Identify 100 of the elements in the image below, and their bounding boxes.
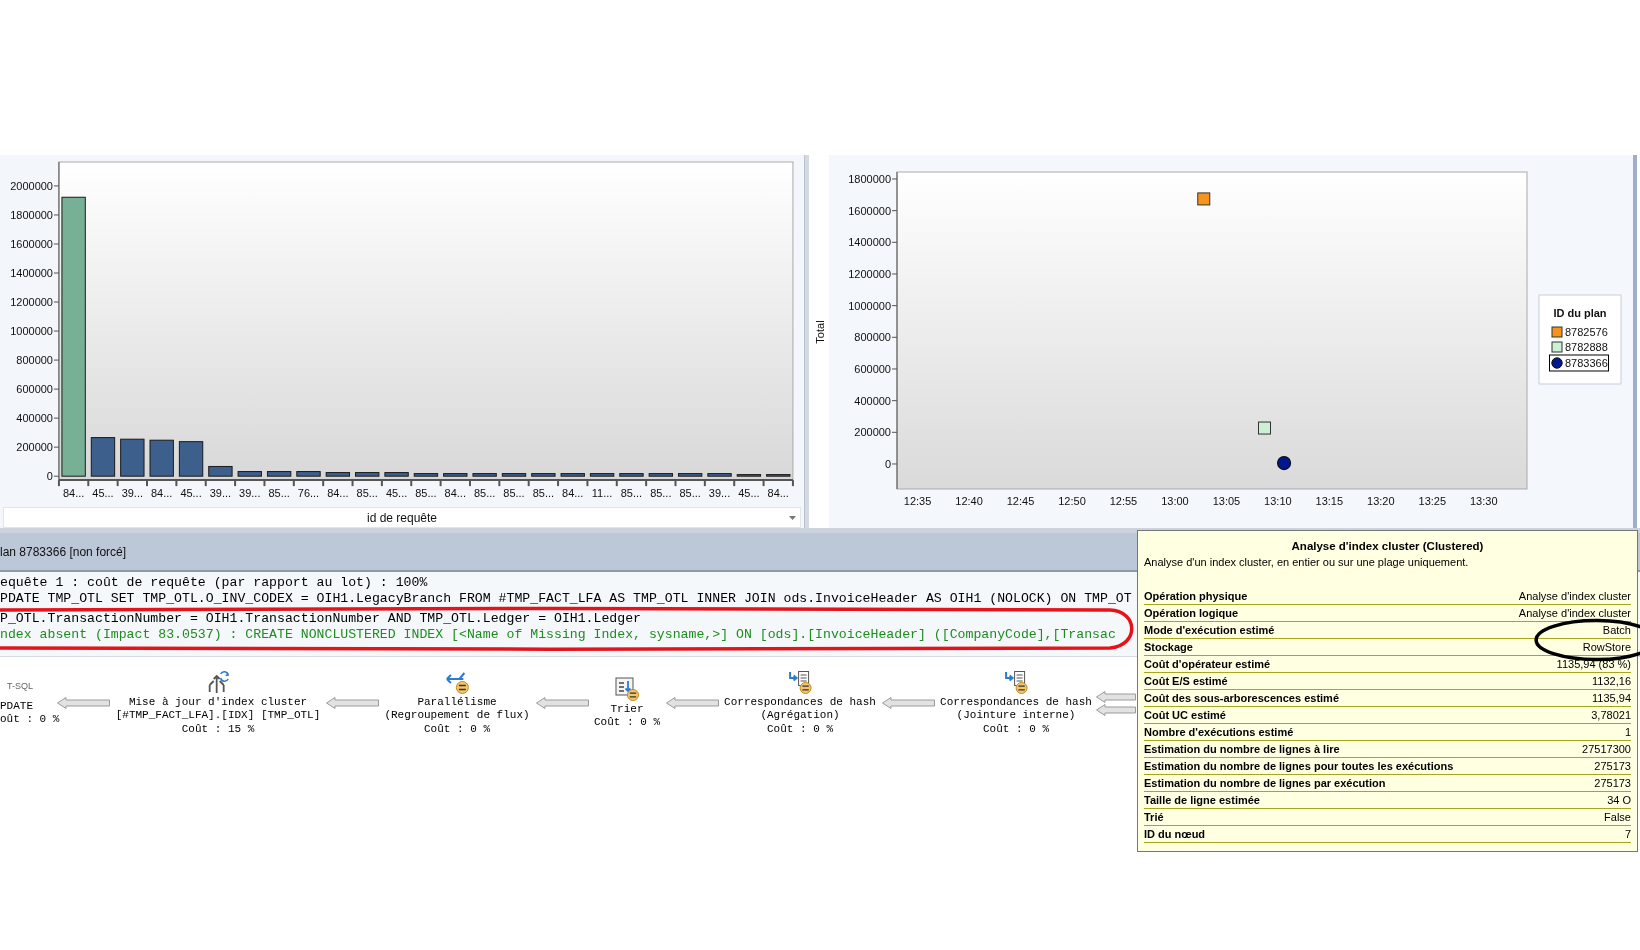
property-value: Analyse d'index cluster bbox=[1518, 590, 1631, 602]
property-name: Estimation du nombre de lignes à lire bbox=[1144, 743, 1340, 755]
axis-tick-label: 13:30 bbox=[1470, 495, 1498, 507]
axis-tick-label: 600000 bbox=[854, 363, 891, 375]
category-label: 84... bbox=[444, 487, 466, 500]
legend-label: 8782576 bbox=[1565, 326, 1608, 338]
bar[interactable] bbox=[648, 473, 673, 477]
operator-cost: Coût : 0 % bbox=[983, 722, 1049, 737]
legend-item[interactable]: 8782888 bbox=[1551, 341, 1608, 353]
property-value: 1 bbox=[1624, 726, 1631, 738]
missing-index-hint: ndex absent (Impact 83.0537) : CREATE NONCLUSTERED INDEX [<Name of Missing Index, sysname,>] ON [ods].[InvoiceHeader] ([CompanyCode],[Transac bbox=[0, 627, 1116, 643]
category-label: 85... bbox=[620, 487, 643, 500]
axis-tick-label: 1000000 bbox=[10, 325, 53, 338]
property-name: Coût E/S estimé bbox=[1144, 675, 1228, 687]
bar[interactable] bbox=[237, 471, 262, 477]
bar[interactable] bbox=[120, 438, 145, 477]
operator-cost: Coût : 0 % bbox=[424, 722, 490, 737]
property-name: Coût d'opérateur estimé bbox=[1144, 658, 1271, 670]
axis-tick-label: 2000000 bbox=[10, 179, 53, 192]
axis-title: Total bbox=[814, 320, 826, 344]
category-label: 45... bbox=[738, 487, 760, 500]
bar[interactable] bbox=[589, 473, 615, 477]
data-point[interactable] bbox=[1258, 421, 1271, 435]
category-label: 84... bbox=[767, 487, 789, 500]
property-value: 34 O bbox=[1607, 794, 1631, 806]
axis-tick-label: 200000 bbox=[854, 426, 891, 439]
bar[interactable] bbox=[501, 473, 527, 477]
table-arrow-icon[interactable] bbox=[788, 669, 812, 694]
axis-tick-label: 13:10 bbox=[1264, 495, 1292, 507]
bar[interactable] bbox=[736, 474, 762, 477]
category-label: 84... bbox=[151, 487, 173, 500]
category-label: 45... bbox=[92, 487, 114, 500]
axis-tick-label: 12:40 bbox=[955, 495, 983, 507]
category-label: 76... bbox=[297, 487, 320, 500]
category-label: 84... bbox=[327, 487, 349, 500]
property-name: Mode d'exécution estimé bbox=[1144, 624, 1275, 636]
data-point[interactable] bbox=[1276, 455, 1292, 471]
operator-name: PDATE bbox=[0, 699, 33, 713]
axis-tick-label: 800000 bbox=[16, 354, 53, 367]
legend-item[interactable]: 8783366 bbox=[1549, 354, 1609, 372]
category-label: 85... bbox=[474, 487, 496, 500]
category-label: 85... bbox=[356, 487, 378, 500]
category-label: 39... bbox=[121, 487, 143, 500]
bar[interactable] bbox=[208, 465, 233, 477]
property-name: Estimation du nombre de lignes pour toutes les exécutions bbox=[1144, 760, 1454, 772]
legend-item[interactable]: 8782576 bbox=[1551, 326, 1608, 338]
category-label: 85... bbox=[415, 487, 437, 500]
bar[interactable] bbox=[266, 471, 292, 477]
property-value: RowStore bbox=[1582, 641, 1631, 653]
axis-tick-label: 13:00 bbox=[1161, 495, 1189, 507]
operator-detail: (Agrégation) bbox=[760, 709, 840, 723]
bar[interactable] bbox=[90, 437, 116, 477]
axis-tick-label: 1600000 bbox=[848, 204, 891, 217]
operator-detail: (Jointure interne) bbox=[956, 709, 1076, 723]
axis-tick-label: 200000 bbox=[16, 441, 53, 454]
axis-dropdown[interactable]: id de requête bbox=[3, 507, 801, 528]
category-label: 85... bbox=[503, 487, 525, 500]
axis-tick-label: 1800000 bbox=[848, 172, 891, 185]
bar[interactable] bbox=[149, 439, 174, 477]
legend-label: 8783366 bbox=[1565, 357, 1608, 369]
property-value: 27517300 bbox=[1582, 743, 1631, 755]
axis-tick-label: 12:45 bbox=[1006, 495, 1035, 507]
operator-name: Mise à jour d'index cluster bbox=[128, 695, 308, 710]
category-label: 45... bbox=[180, 487, 202, 500]
property-name: Stockage bbox=[1144, 641, 1193, 653]
tooltip-title: Analyse d'index cluster (Clustered) bbox=[1290, 539, 1485, 554]
operator-cost: Coût : 0 % bbox=[767, 722, 833, 737]
axis-tick-label: 400000 bbox=[16, 412, 53, 425]
bar[interactable] bbox=[355, 472, 380, 477]
fork-arrow-icon[interactable] bbox=[445, 669, 469, 694]
operator-cost: oût : 0 % bbox=[0, 713, 60, 727]
bar[interactable] bbox=[178, 441, 204, 477]
axis-tick-label: 1000000 bbox=[848, 299, 891, 312]
property-value: 1135,94 bbox=[1592, 692, 1631, 704]
table-arrow-icon[interactable] bbox=[1004, 669, 1028, 694]
axis-tick-label: 12:50 bbox=[1058, 495, 1086, 507]
property-name: Nombre d'exécutions estimé bbox=[1144, 726, 1294, 738]
axis-tick-label: 600000 bbox=[16, 383, 53, 396]
property-value: 275173 bbox=[1594, 760, 1631, 772]
property-value: Analyse d'index cluster bbox=[1518, 607, 1631, 619]
tsql-label[interactable]: T-SQL bbox=[7, 679, 33, 692]
axis-tick-label: 1600000 bbox=[10, 237, 53, 250]
operator-name: Trier bbox=[610, 702, 644, 716]
operator-name: Correspondances de hash bbox=[940, 695, 1092, 710]
bar[interactable] bbox=[325, 472, 351, 477]
axis-tick-label: 13:15 bbox=[1315, 495, 1344, 507]
axis-tick-label: 13:20 bbox=[1367, 495, 1395, 507]
category-label: 11... bbox=[591, 487, 613, 500]
category-label: 39... bbox=[239, 487, 261, 500]
update-arrows-icon[interactable] bbox=[206, 669, 230, 694]
axis-tick-label: 13:05 bbox=[1212, 495, 1241, 507]
bar[interactable] bbox=[678, 473, 703, 477]
bar[interactable] bbox=[413, 473, 439, 477]
axis-tick-label: 1800000 bbox=[10, 208, 53, 221]
operator-name: Parallélisme bbox=[417, 695, 497, 710]
caret-icon bbox=[789, 516, 796, 521]
sort-icon[interactable] bbox=[615, 676, 639, 701]
property-value: 1132,16 bbox=[1592, 675, 1631, 687]
property-name: Trié bbox=[1144, 811, 1164, 823]
property-name: Coût des sous-arborescences estimé bbox=[1144, 692, 1340, 704]
